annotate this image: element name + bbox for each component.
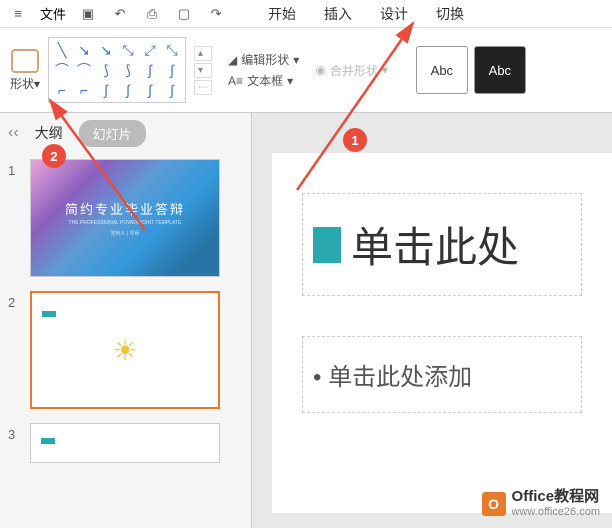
office-logo-icon: O — [482, 492, 506, 516]
watermark-brand-cn: 教程网 — [554, 488, 599, 505]
watermark: O Office教程网 www.office26.com — [482, 489, 600, 518]
annotation-badge-1: 1 — [343, 128, 367, 152]
annotation-badge-2: 2 — [42, 144, 66, 168]
annotation-arrows — [0, 0, 612, 528]
watermark-brand: Office — [512, 488, 555, 505]
watermark-url: www.office26.com — [512, 506, 600, 518]
